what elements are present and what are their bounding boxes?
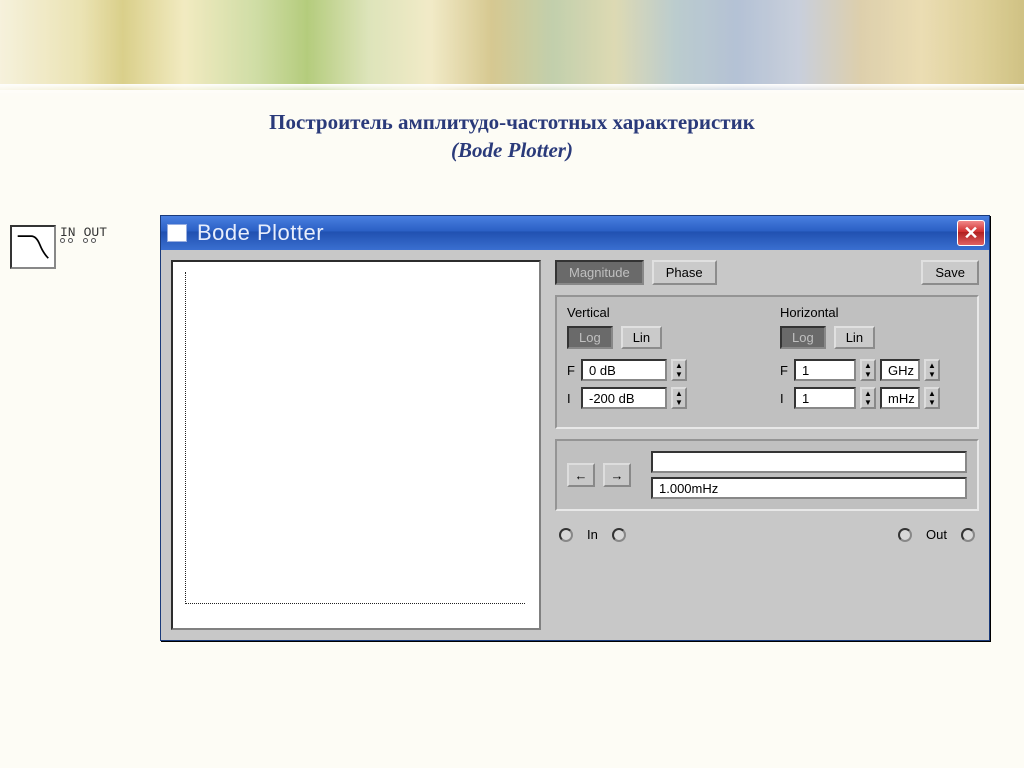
in-port-left[interactable] [559,528,573,542]
cursor-left-button[interactable]: ← [567,463,595,487]
bode-curve-svg [16,231,50,262]
bode-curve-icon [10,225,56,269]
vertical-i-spinner[interactable]: ▲▼ [671,387,687,409]
vertical-title: Vertical [567,305,754,320]
controls-panel: Magnitude Phase Save Vertical Log Lin F … [555,260,979,630]
vertical-i-value[interactable]: -200 dB [581,387,667,409]
horizontal-i-spinner[interactable]: ▲▼ [860,387,876,409]
chevron-down-icon: ▼ [926,370,938,379]
titlebar[interactable]: Bode Plotter ✕ [161,216,989,250]
cursor-readout-top [651,451,967,473]
window-body: Magnitude Phase Save Vertical Log Lin F … [161,250,989,640]
magnitude-button[interactable]: Magnitude [555,260,644,285]
chevron-up-icon: ▲ [673,361,685,370]
horizontal-i-unit[interactable]: mHz [880,387,920,409]
slide-decoration [0,0,1024,90]
horizontal-axis-group: Horizontal Log Lin F 1 ▲▼ GHz ▲▼ I 1 [780,305,967,415]
port-dot [60,238,65,243]
cursor-panel: ← → 1.000mHz [555,439,979,511]
window-icon [167,224,187,242]
instrument-port-labels: IN OUT [60,225,107,243]
save-button[interactable]: Save [921,260,979,285]
chevron-up-icon: ▲ [862,389,874,398]
chevron-down-icon: ▼ [673,398,685,407]
horizontal-lin-button[interactable]: Lin [834,326,875,349]
chevron-down-icon: ▼ [862,398,874,407]
chevron-up-icon: ▲ [673,389,685,398]
chevron-up-icon: ▲ [862,361,874,370]
vertical-i-label: I [567,391,577,406]
vertical-lin-button[interactable]: Lin [621,326,662,349]
chevron-up-icon: ▲ [926,389,938,398]
vertical-log-button[interactable]: Log [567,326,613,349]
bode-plotter-component-icon[interactable]: IN OUT [10,225,107,269]
port-dot [91,238,96,243]
mode-buttons: Magnitude Phase Save [555,260,979,285]
horizontal-i-value[interactable]: 1 [794,387,856,409]
out-port-left[interactable] [898,528,912,542]
out-label: Out [926,527,947,542]
horizontal-f-spinner[interactable]: ▲▼ [860,359,876,381]
bode-plotter-window: Bode Plotter ✕ Magnitude Phase Save Vert… [160,215,990,641]
horizontal-f-label: F [780,363,790,378]
horizontal-title: Horizontal [780,305,967,320]
close-button[interactable]: ✕ [957,220,985,246]
chevron-up-icon: ▲ [926,361,938,370]
chevron-down-icon: ▼ [862,370,874,379]
chevron-down-icon: ▼ [926,398,938,407]
cursor-readout-bottom: 1.000mHz [651,477,967,499]
port-dot [83,238,88,243]
horizontal-i-label: I [780,391,790,406]
horizontal-f-unit-spinner[interactable]: ▲▼ [924,359,940,381]
arrow-left-icon: ← [575,468,588,483]
close-icon: ✕ [963,223,978,244]
plot-area[interactable] [171,260,541,630]
vertical-axis-group: Vertical Log Lin F 0 dB ▲▼ I -200 dB ▲▼ [567,305,754,415]
in-port-right[interactable] [612,528,626,542]
cursor-right-button[interactable]: → [603,463,631,487]
arrow-right-icon: → [611,468,624,483]
axes-panel: Vertical Log Lin F 0 dB ▲▼ I -200 dB ▲▼ [555,295,979,429]
vertical-f-label: F [567,363,577,378]
horizontal-i-unit-spinner[interactable]: ▲▼ [924,387,940,409]
window-title: Bode Plotter [197,220,947,246]
phase-button[interactable]: Phase [652,260,717,285]
title-line-1: Построитель амплитудо-частотных характер… [0,108,1024,136]
vertical-f-value[interactable]: 0 dB [581,359,667,381]
page-title: Построитель амплитудо-частотных характер… [0,108,1024,165]
vertical-f-spinner[interactable]: ▲▼ [671,359,687,381]
out-port-right[interactable] [961,528,975,542]
horizontal-f-value[interactable]: 1 [794,359,856,381]
horizontal-log-button[interactable]: Log [780,326,826,349]
title-line-2: (Bode Plotter) [0,136,1024,164]
io-row: In Out [555,525,979,546]
chevron-down-icon: ▼ [673,370,685,379]
port-dot [68,238,73,243]
in-label: In [587,527,598,542]
horizontal-f-unit[interactable]: GHz [880,359,920,381]
